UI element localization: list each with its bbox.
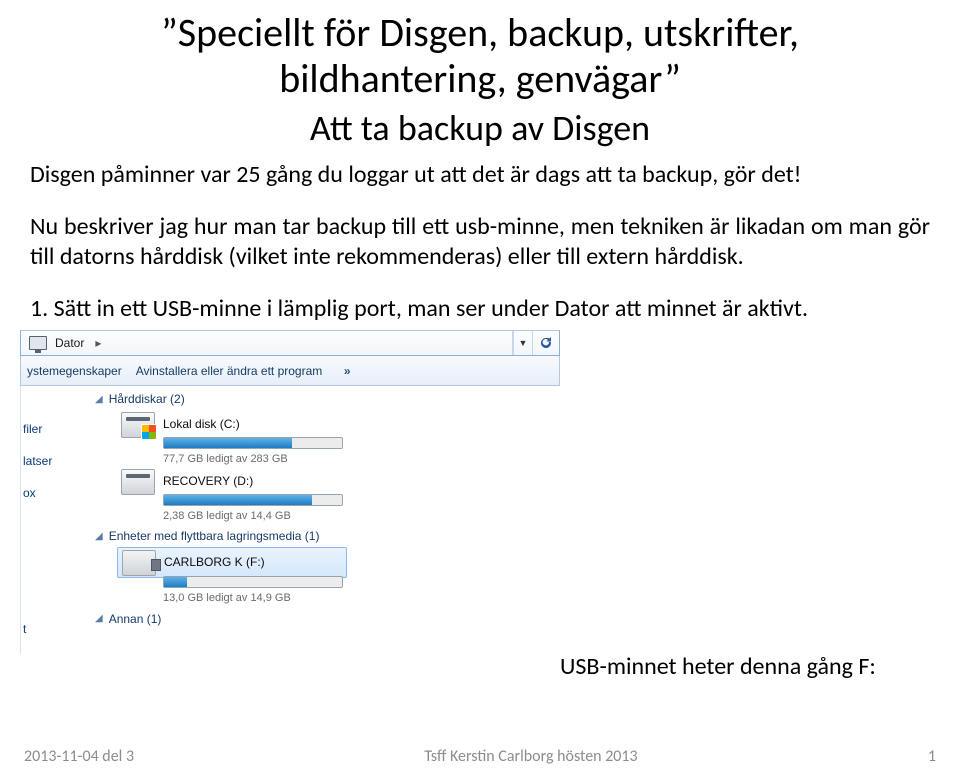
capacity-bar-d	[163, 494, 343, 506]
drive-free: 77,7 GB ledigt av 283 GB	[163, 453, 288, 466]
title-line-1: ”Speciellt för Disgen, backup, utskrifte…	[161, 8, 799, 57]
drive-d[interactable]: RECOVERY (D:)	[95, 467, 560, 496]
drive-name: CARLBORG K (F:)	[164, 556, 265, 570]
hard-drive-icon	[121, 412, 155, 438]
group-header[interactable]: ◢ Annan (1)	[95, 612, 560, 626]
paragraph-2: Nu beskriver jag hur man tar backup till…	[30, 212, 930, 272]
capacity-bar-c	[163, 437, 343, 449]
toolbar-item-system-properties[interactable]: ystemegenskaper	[27, 364, 122, 378]
capacity-fill	[164, 438, 292, 448]
slide-title: ”Speciellt för Disgen, backup, utskrifte…	[30, 10, 930, 102]
group-header[interactable]: ◢ Enheter med flyttbara lagringsmedia (1…	[95, 529, 560, 543]
capacity-fill	[164, 495, 312, 505]
breadcrumb-bar: Dator ▸ ▼	[20, 330, 560, 356]
chevron-down-icon: ▼	[519, 338, 528, 348]
usb-caption: USB-minnet heter denna gång F:	[560, 652, 876, 681]
refresh-icon	[538, 335, 554, 351]
explorer-toolbar: ystemegenskaper Avinstallera eller ändra…	[20, 356, 560, 386]
group-label: Hårddiskar (2)	[109, 392, 185, 406]
drive-free: 2,38 GB ledigt av 14,4 GB	[163, 510, 291, 523]
slide-subtitle: Att ta backup av Disgen	[30, 106, 930, 150]
chevron-right-icon: ▸	[90, 336, 106, 350]
document-page: ”Speciellt för Disgen, backup, utskrifte…	[0, 0, 960, 654]
drive-free: 13,0 GB ledigt av 14,9 GB	[163, 592, 291, 605]
refresh-button[interactable]	[533, 331, 559, 355]
breadcrumb[interactable]: Dator ▸	[21, 331, 513, 355]
drive-name: Lokal disk (C:)	[163, 418, 240, 432]
group-label: Annan (1)	[109, 612, 162, 626]
explorer-body: filer latser ox t ◢ Hårddiskar (2) Lokal…	[20, 386, 560, 654]
breadcrumb-dropdown[interactable]: ▼	[513, 331, 533, 355]
group-label: Enheter med flyttbara lagringsmedia (1)	[109, 529, 320, 543]
group-removable: ◢ Enheter med flyttbara lagringsmedia (1…	[95, 529, 560, 606]
footer-right: 1	[928, 747, 936, 766]
caret-icon: ◢	[95, 394, 103, 405]
paragraph-3: 1. Sätt in ett USB-minne i lämplig port,…	[30, 294, 930, 324]
title-line-2: bildhantering, genvägar”	[279, 54, 681, 103]
breadcrumb-label: Dator	[55, 336, 84, 350]
toolbar-overflow[interactable]: »	[336, 364, 358, 378]
drive-name: RECOVERY (D:)	[163, 475, 253, 489]
capacity-fill	[164, 577, 187, 587]
group-harddisks: ◢ Hårddiskar (2) Lokal disk (C:) 77,7 GB…	[95, 392, 560, 523]
group-header[interactable]: ◢ Hårddiskar (2)	[95, 392, 560, 406]
computer-icon	[29, 336, 47, 350]
nav-item[interactable]: ox	[23, 486, 75, 500]
caret-icon: ◢	[95, 531, 103, 542]
drive-c[interactable]: Lokal disk (C:)	[95, 410, 560, 439]
slide-footer: 2013-11-04 del 3 Tsff Kerstin Carlborg h…	[0, 747, 960, 766]
paragraph-1: Disgen påminner var 25 gång du loggar ut…	[30, 160, 930, 190]
nav-item[interactable]: t	[23, 622, 75, 636]
drive-f[interactable]: CARLBORG K (F:)	[117, 547, 347, 578]
footer-center: Tsff Kerstin Carlborg hösten 2013	[424, 747, 637, 766]
nav-item[interactable]: latser	[23, 454, 75, 468]
capacity-bar-f	[163, 576, 343, 588]
group-other: ◢ Annan (1)	[95, 612, 560, 626]
hard-drive-icon	[121, 469, 155, 495]
toolbar-item-uninstall[interactable]: Avinstallera eller ändra ett program	[136, 364, 323, 378]
caret-icon: ◢	[95, 613, 103, 624]
drive-list: ◢ Hårddiskar (2) Lokal disk (C:) 77,7 GB…	[79, 386, 560, 654]
usb-drive-icon	[122, 550, 156, 576]
footer-left: 2013-11-04 del 3	[24, 747, 134, 766]
nav-pane: filer latser ox t	[21, 386, 79, 654]
explorer-screenshot: Dator ▸ ▼ ystemegenskaper Avinstallera e…	[20, 330, 560, 654]
nav-item[interactable]: filer	[23, 422, 75, 436]
